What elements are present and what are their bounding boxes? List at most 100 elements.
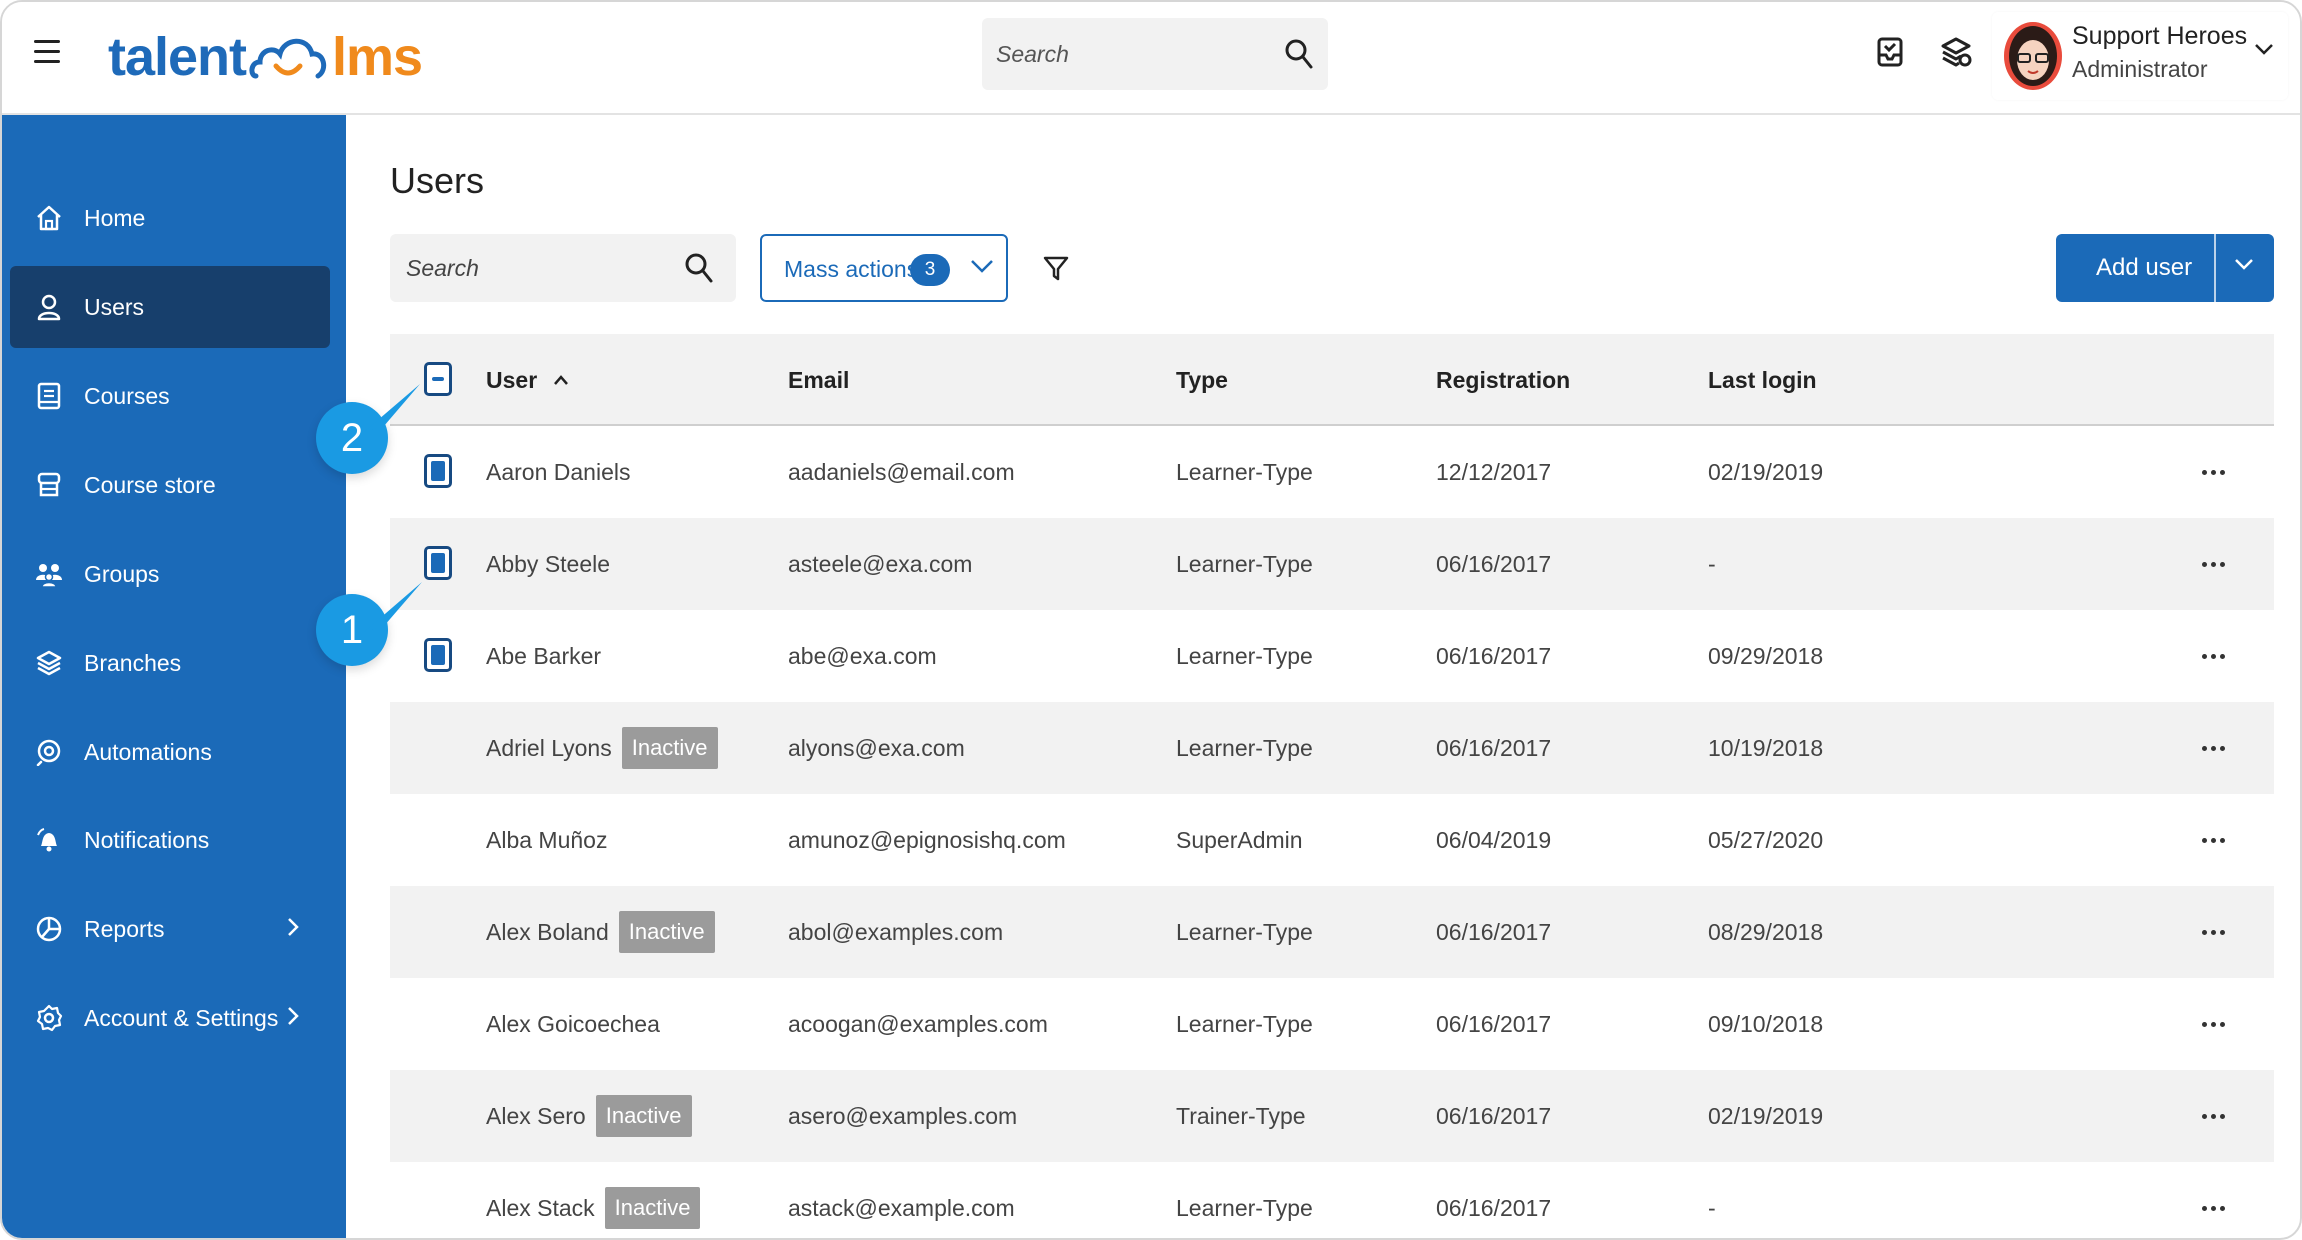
sidebar-item-reports[interactable]: Reports	[10, 888, 330, 970]
table-row[interactable]: Aaron Daniels aadaniels@email.com Learne…	[390, 426, 2274, 518]
chevron-down-icon	[971, 260, 993, 273]
sidebar-item-notifications[interactable]: Notifications	[10, 799, 330, 881]
user-name: Alex Boland	[486, 918, 609, 945]
last-login-cell: 02/19/2019	[1708, 1102, 1824, 1129]
row-checkbox[interactable]	[424, 454, 452, 488]
user-name-cell[interactable]: Adriel Lyons Inactive	[486, 702, 718, 794]
row-checkbox[interactable]	[424, 546, 452, 580]
add-user-button[interactable]: Add user	[2056, 234, 2274, 302]
more-options-icon[interactable]	[2202, 837, 2225, 843]
more-options-icon[interactable]	[2202, 561, 2225, 567]
column-registration[interactable]: Registration	[1436, 334, 1570, 426]
course-store-icon	[34, 470, 64, 500]
table-row[interactable]: Abe Barker abe@exa.com Learner-Type 06/1…	[390, 610, 2274, 702]
settings-icon	[34, 1003, 64, 1033]
sidebar-item-label: Users	[84, 293, 145, 320]
inbox-icon[interactable]	[1876, 36, 1904, 68]
user-name: Abby Steele	[486, 550, 611, 577]
search-icon[interactable]	[684, 252, 714, 284]
last-login-cell: -	[1708, 1194, 1716, 1221]
search-icon[interactable]	[1284, 38, 1314, 70]
more-options-icon[interactable]	[2202, 929, 2225, 935]
courses-icon	[34, 381, 64, 411]
more-options-icon[interactable]	[2202, 653, 2225, 659]
email-cell: amunoz@epignosishq.com	[788, 826, 1066, 853]
registration-cell: 06/16/2017	[1436, 734, 1552, 761]
row-checkbox[interactable]	[424, 638, 452, 672]
table-row[interactable]: Abby Steele asteele@exa.com Learner-Type…	[390, 518, 2274, 610]
row-actions-cell	[2202, 978, 2225, 1070]
global-search	[982, 18, 1328, 90]
row-actions-cell	[2202, 1070, 2225, 1162]
column-type[interactable]: Type	[1176, 334, 1228, 426]
user-name-cell[interactable]: Alex Sero Inactive	[486, 1070, 692, 1162]
inactive-badge: Inactive	[604, 1187, 701, 1229]
type-cell: Trainer-Type	[1176, 1102, 1306, 1129]
last-login-cell: -	[1708, 550, 1716, 577]
add-user-label: Add user	[2096, 254, 2193, 281]
user-name: Alex Goicoechea	[486, 1010, 660, 1037]
table-row[interactable]: Adriel Lyons Inactive alyons@exa.com Lear…	[390, 702, 2274, 794]
column-last-login[interactable]: Last login	[1708, 334, 1817, 426]
sidebar-item-automations[interactable]: Automations	[10, 711, 330, 793]
table-row[interactable]: Alba Muñoz amunoz@epignosishq.com SuperA…	[390, 794, 2274, 886]
table-row[interactable]: Alex Goicoechea acoogan@examples.com Lea…	[390, 978, 2274, 1070]
branches-switch-icon[interactable]	[1940, 36, 1972, 68]
logo-text-right: lms	[332, 27, 423, 87]
table-row[interactable]: Alex Stack Inactive astack@example.com Le…	[390, 1162, 2274, 1238]
sidebar-item-course-store[interactable]: Course store	[10, 444, 330, 526]
email-cell: aadaniels@email.com	[788, 458, 1015, 485]
more-options-icon[interactable]	[2202, 1205, 2225, 1211]
type-cell: SuperAdmin	[1176, 826, 1303, 853]
more-options-icon[interactable]	[2202, 745, 2225, 751]
column-email[interactable]: Email	[788, 334, 849, 426]
sidebar-item-branches[interactable]: Branches	[10, 622, 330, 704]
sidebar-item-home[interactable]: Home	[10, 177, 330, 259]
email-cell: alyons@exa.com	[788, 734, 965, 761]
type-cell: Learner-Type	[1176, 642, 1313, 669]
table-row[interactable]: Alex Boland Inactive abol@examples.com Le…	[390, 886, 2274, 978]
mass-actions-button[interactable]: Mass actions 3	[760, 234, 1008, 302]
registration-cell: 06/16/2017	[1436, 550, 1552, 577]
user-name-cell[interactable]: Alba Muñoz	[486, 794, 607, 886]
more-options-icon[interactable]	[2202, 1021, 2225, 1027]
row-actions-cell	[2202, 426, 2225, 518]
registration-cell: 06/16/2017	[1436, 918, 1552, 945]
global-search-input[interactable]	[996, 18, 1266, 90]
user-name-cell[interactable]: Alex Boland Inactive	[486, 886, 715, 978]
type-cell: Learner-Type	[1176, 458, 1313, 485]
chevron-down-icon[interactable]	[2232, 256, 2256, 272]
last-login-cell: 02/19/2019	[1708, 458, 1824, 485]
more-options-icon[interactable]	[2202, 469, 2225, 475]
column-user-label: User	[486, 366, 538, 393]
last-login-cell: 09/10/2018	[1708, 1010, 1824, 1037]
registration-cell: 06/04/2019	[1436, 826, 1552, 853]
menu-icon[interactable]	[34, 40, 60, 64]
user-menu[interactable]: Support Heroes Administrator	[1992, 12, 2288, 100]
callout-1: 1	[316, 582, 422, 666]
sidebar-item-label: Branches	[84, 649, 182, 676]
users-search-input[interactable]	[406, 234, 666, 302]
user-name-cell[interactable]: Aaron Daniels	[486, 426, 630, 518]
cloud-logo-icon	[249, 38, 327, 79]
callout-pointer	[364, 384, 420, 432]
more-options-icon[interactable]	[2202, 1113, 2225, 1119]
talentlms-logo[interactable]: talent lms	[108, 22, 423, 92]
email-cell: astack@example.com	[788, 1194, 1015, 1221]
sidebar-item-account-settings[interactable]: Account & Settings	[10, 977, 330, 1059]
column-user[interactable]: User	[486, 334, 569, 426]
sort-ascending-icon	[554, 375, 569, 385]
sidebar-item-groups[interactable]: Groups	[10, 533, 330, 615]
filter-icon[interactable]	[1042, 254, 1070, 282]
sidebar-item-users[interactable]: Users	[10, 266, 330, 348]
user-role: Administrator	[2072, 56, 2208, 82]
table-header: User Email Type Registration Last login	[390, 334, 2274, 426]
user-name-cell[interactable]: Abby Steele	[486, 518, 610, 610]
user-name-cell[interactable]: Alex Stack Inactive	[486, 1162, 701, 1238]
email-cell: acoogan@examples.com	[788, 1010, 1048, 1037]
user-name-cell[interactable]: Alex Goicoechea	[486, 978, 660, 1070]
callout-number: 2	[340, 416, 364, 460]
table-row[interactable]: Alex Sero Inactive asero@examples.com Tra…	[390, 1070, 2274, 1162]
user-name-cell[interactable]: Abe Barker	[486, 610, 601, 702]
sidebar-item-courses[interactable]: Courses	[10, 355, 330, 437]
